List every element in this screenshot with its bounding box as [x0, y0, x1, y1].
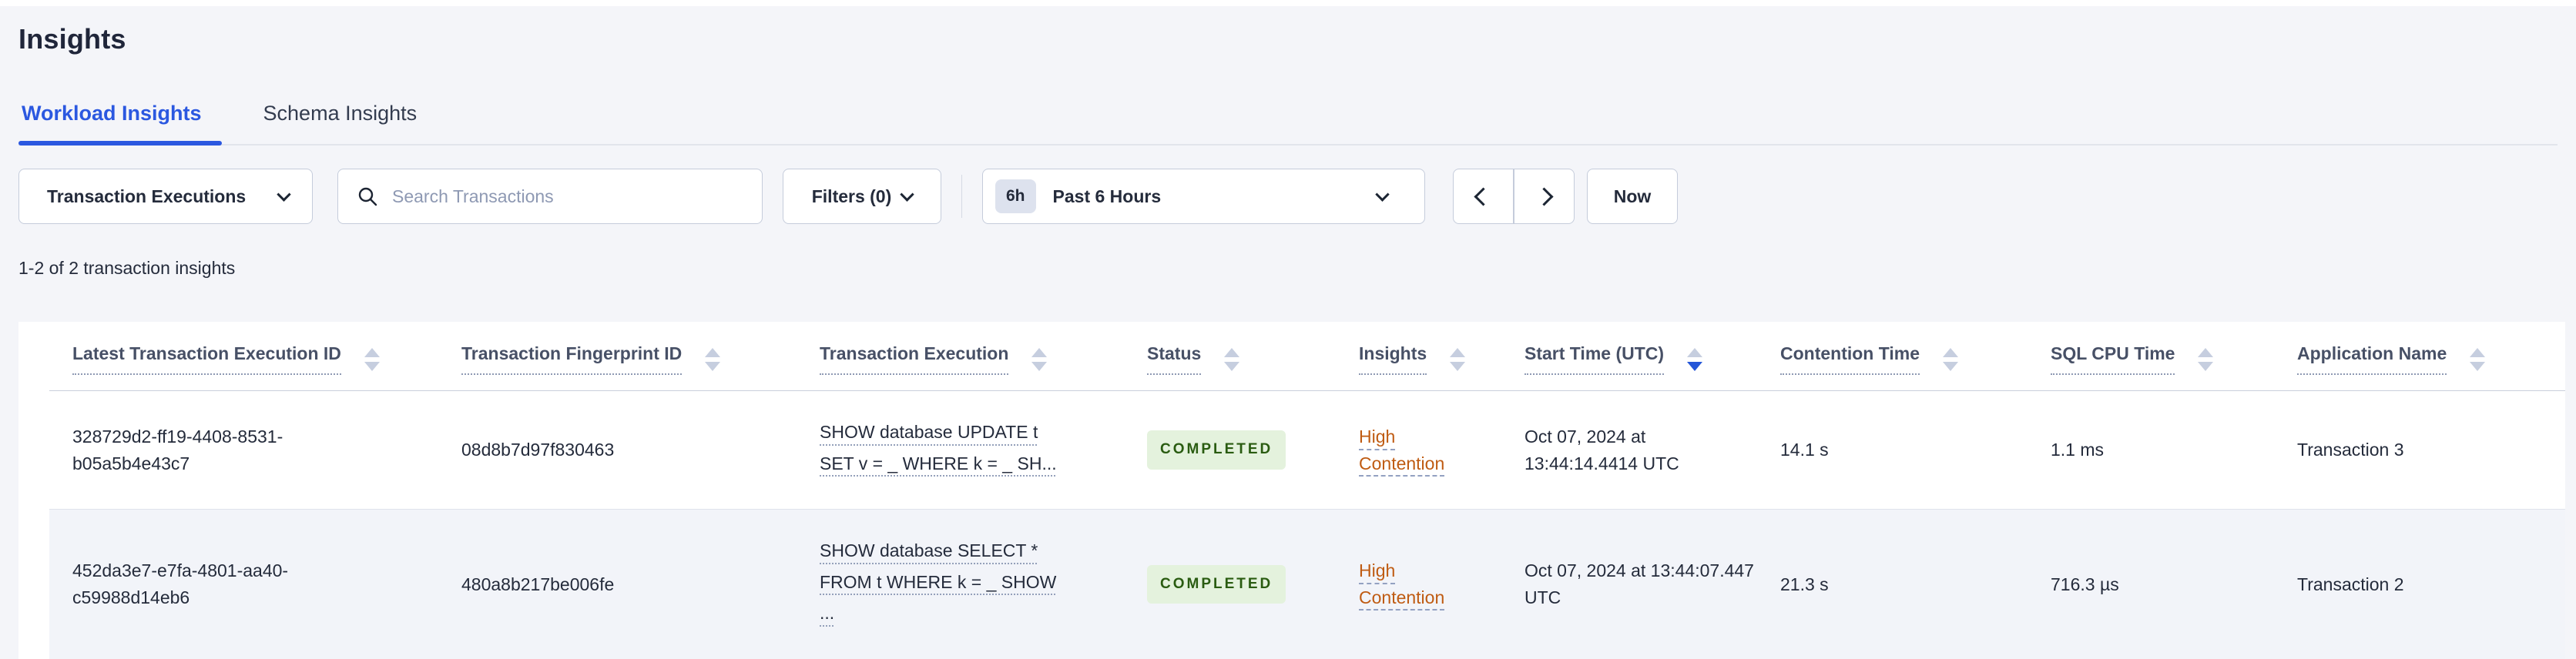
column-header-application-name[interactable]: Application Name — [2297, 322, 2565, 391]
sort-icon[interactable] — [1943, 347, 1959, 371]
status-cell: COMPLETED — [1147, 391, 1359, 510]
search-input[interactable] — [392, 186, 743, 207]
application-name-cell: Transaction 2 — [2297, 574, 2404, 594]
time-range-picker[interactable]: 6h Past 6 Hours — [982, 169, 1425, 224]
sort-icon[interactable] — [1224, 347, 1240, 371]
tab-workload-insights[interactable]: Workload Insights — [18, 102, 222, 146]
sort-icon[interactable] — [705, 347, 721, 371]
column-header-start-time[interactable]: Start Time (UTC) — [1524, 322, 1780, 391]
status-cell: COMPLETED — [1147, 510, 1359, 659]
sort-icon[interactable] — [364, 347, 380, 371]
execution-id-cell: 328729d2-ff19-4408-8531-b05a5b4e43c7 — [72, 427, 283, 473]
window-top-strip — [0, 0, 2576, 6]
time-range-badge: 6h — [995, 179, 1036, 213]
sql-cpu-time-cell: 716.3 µs — [2051, 574, 2119, 594]
now-button-label: Now — [1613, 186, 1652, 206]
sort-icon[interactable] — [1687, 347, 1703, 371]
toolbar: Transaction Executions Filters (0) 6h Pa… — [18, 169, 2558, 224]
statement-cell: SHOW database SELECT * FROM t WHERE k = … — [820, 510, 1147, 659]
table-header-row: Latest Transaction Execution ID Transact… — [49, 322, 2565, 391]
sort-icon[interactable] — [2470, 347, 2486, 371]
contention-time-cell: 21.3 s — [1780, 574, 1829, 594]
table-row: 328729d2-ff19-4408-8531-b05a5b4e43c7 08d… — [49, 390, 2565, 510]
results-summary: 1-2 of 2 transaction insights — [18, 258, 236, 278]
column-header-status[interactable]: Status — [1147, 322, 1359, 391]
column-header-insights[interactable]: Insights — [1359, 322, 1524, 391]
insights-table-card: Latest Transaction Execution ID Transact… — [18, 322, 2565, 659]
time-pager — [1453, 169, 1575, 224]
column-header-contention-time[interactable]: Contention Time — [1780, 322, 2051, 391]
tab-bar: Workload Insights Schema Insights — [18, 102, 2558, 146]
column-header-sql-cpu-time[interactable]: SQL CPU Time — [2051, 322, 2297, 391]
tab-schema-insights[interactable]: Schema Insights — [260, 102, 421, 144]
status-badge: COMPLETED — [1147, 564, 1286, 604]
next-time-button[interactable] — [1514, 169, 1575, 224]
fingerprint-id-cell: 08d8b7d97f830463 — [461, 440, 615, 460]
toolbar-divider — [961, 175, 962, 218]
table-row: 452da3e7-e7fa-4801-aa40-c59988d14eb6 480… — [49, 509, 2565, 659]
statement-link[interactable]: SHOW database UPDATE t SET v = _ WHERE k… — [820, 419, 1124, 477]
filters-button[interactable]: Filters (0) — [783, 169, 941, 224]
search-icon — [358, 187, 377, 206]
sort-icon[interactable] — [2198, 347, 2214, 371]
sort-icon[interactable] — [1450, 347, 1466, 371]
chevron-down-icon — [900, 186, 914, 202]
fingerprint-id-cell: 480a8b217be006fe — [461, 574, 615, 594]
now-button[interactable]: Now — [1587, 169, 1678, 224]
column-header-transaction-fingerprint-id[interactable]: Transaction Fingerprint ID — [461, 322, 820, 391]
statement-link[interactable]: SHOW database SELECT * FROM t WHERE k = … — [820, 537, 1124, 627]
chevron-right-icon — [1535, 186, 1554, 206]
start-time-cell: Oct 07, 2024 at 13:44:14.4414 UTC — [1524, 427, 1679, 473]
insights-cell: High Contention — [1359, 391, 1524, 510]
start-time-cell: Oct 07, 2024 at 13:44:07.447 UTC — [1524, 560, 1754, 607]
insights-cell: High Contention — [1359, 510, 1524, 659]
filters-button-label: Filters (0) — [811, 186, 892, 206]
insight-link[interactable]: High Contention — [1359, 557, 1463, 610]
page-title: Insights — [18, 23, 126, 55]
chevron-down-icon — [1375, 186, 1390, 202]
sort-icon[interactable] — [1031, 347, 1048, 371]
execution-id-cell: 452da3e7-e7fa-4801-aa40-c59988d14eb6 — [72, 560, 289, 607]
transaction-type-dropdown[interactable]: Transaction Executions — [18, 169, 313, 224]
chevron-left-icon — [1474, 186, 1493, 206]
search-box[interactable] — [337, 169, 763, 224]
column-header-latest-transaction-execution-id[interactable]: Latest Transaction Execution ID — [49, 322, 461, 391]
column-header-transaction-execution[interactable]: Transaction Execution — [820, 322, 1147, 391]
chevron-down-icon — [277, 186, 291, 202]
status-badge: COMPLETED — [1147, 430, 1286, 470]
transaction-type-dropdown-value: Transaction Executions — [47, 186, 247, 206]
contention-time-cell: 14.1 s — [1780, 440, 1829, 460]
insight-link[interactable]: High Contention — [1359, 423, 1463, 477]
insights-table: Latest Transaction Execution ID Transact… — [49, 322, 2565, 659]
sql-cpu-time-cell: 1.1 ms — [2051, 440, 2105, 460]
application-name-cell: Transaction 3 — [2297, 440, 2404, 460]
prev-time-button[interactable] — [1453, 169, 1514, 224]
statement-cell: SHOW database UPDATE t SET v = _ WHERE k… — [820, 391, 1147, 510]
time-range-label: Past 6 Hours — [1052, 186, 1162, 206]
